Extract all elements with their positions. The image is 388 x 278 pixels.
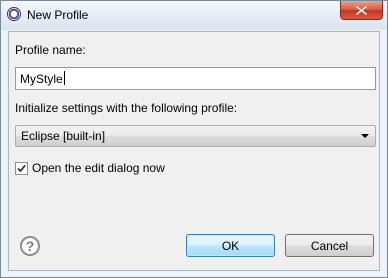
- open-edit-checkbox[interactable]: [15, 162, 28, 175]
- close-icon: [356, 5, 367, 15]
- text-caret: [63, 71, 65, 85]
- title-bar: New Profile: [1, 1, 387, 30]
- help-icon[interactable]: ?: [20, 236, 40, 256]
- close-button[interactable]: [340, 1, 383, 20]
- dialog-body: Profile name: MyStyle Initialize setting…: [8, 31, 380, 271]
- init-profile-value: Eclipse [built-in]: [21, 129, 106, 143]
- profile-name-input[interactable]: MyStyle: [15, 67, 376, 90]
- profile-name-value: MyStyle: [20, 72, 63, 86]
- init-profile-select[interactable]: Eclipse [built-in]: [15, 125, 376, 147]
- chevron-down-icon: [361, 134, 369, 138]
- init-profile-label: Initialize settings with the following p…: [15, 101, 238, 115]
- open-edit-label: Open the edit dialog now: [32, 161, 165, 175]
- cancel-button[interactable]: Cancel: [285, 234, 374, 257]
- window-title: New Profile: [27, 8, 89, 22]
- checkmark-icon: [17, 164, 26, 173]
- eclipse-icon: [7, 7, 21, 21]
- new-profile-dialog: New Profile Profile name: MyStyle Initia…: [0, 0, 388, 278]
- ok-button[interactable]: OK: [186, 234, 275, 257]
- profile-name-label: Profile name:: [15, 43, 86, 57]
